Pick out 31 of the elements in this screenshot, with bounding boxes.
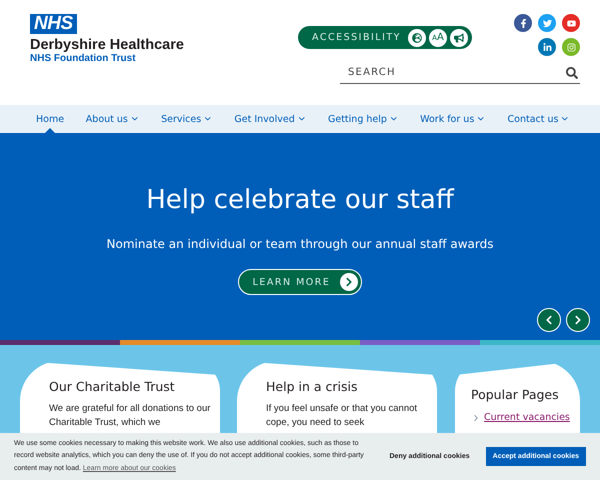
card-title: Help in a crisis <box>266 379 358 394</box>
nav-item[interactable]: About us <box>86 105 140 133</box>
organisation-name: Derbyshire Healthcare <box>30 37 184 53</box>
chevron-left-icon <box>544 315 554 325</box>
facebook-icon[interactable] <box>514 14 532 32</box>
hero-title: Help celebrate our staff <box>146 185 454 215</box>
nav-item[interactable]: Contact us <box>508 105 570 133</box>
organisation-subtitle: NHS Foundation Trust <box>30 53 136 64</box>
megaphone-icon[interactable] <box>450 28 468 46</box>
nav-item[interactable]: Services <box>161 105 213 133</box>
nhs-logo: NHS <box>30 14 77 34</box>
page-link[interactable]: Current vacancies <box>484 412 570 423</box>
youtube-icon[interactable] <box>562 14 580 32</box>
next-slide-button[interactable] <box>566 308 590 332</box>
nav-item[interactable]: Getting help <box>328 105 398 133</box>
previous-slide-button[interactable] <box>537 308 561 332</box>
twitter-icon[interactable] <box>538 14 556 32</box>
nav-item[interactable]: Work for us <box>420 105 486 133</box>
learn-more-button[interactable]: LEARN MORE <box>238 269 362 295</box>
search-icon[interactable] <box>566 66 578 78</box>
nav-item[interactable]: Get Involved <box>234 105 306 133</box>
accessibility-label: ACCESSIBILITY <box>312 32 401 43</box>
globe-icon[interactable] <box>408 28 426 46</box>
card-title: Popular Pages <box>471 387 560 402</box>
chevron-right-icon <box>344 277 354 287</box>
card-title: Our Charitable Trust <box>49 379 176 394</box>
chevron-right-icon <box>573 315 583 325</box>
card-text: If you feel unsafe or that you cannot cope, you need to seek <box>266 402 418 430</box>
hero-subtitle: Nominate an individual or team through our annual staff awards <box>106 237 494 251</box>
card-text: We are grateful for all donations to our Charitable Trust, which we <box>49 402 212 430</box>
linkedin-icon[interactable] <box>538 38 556 56</box>
